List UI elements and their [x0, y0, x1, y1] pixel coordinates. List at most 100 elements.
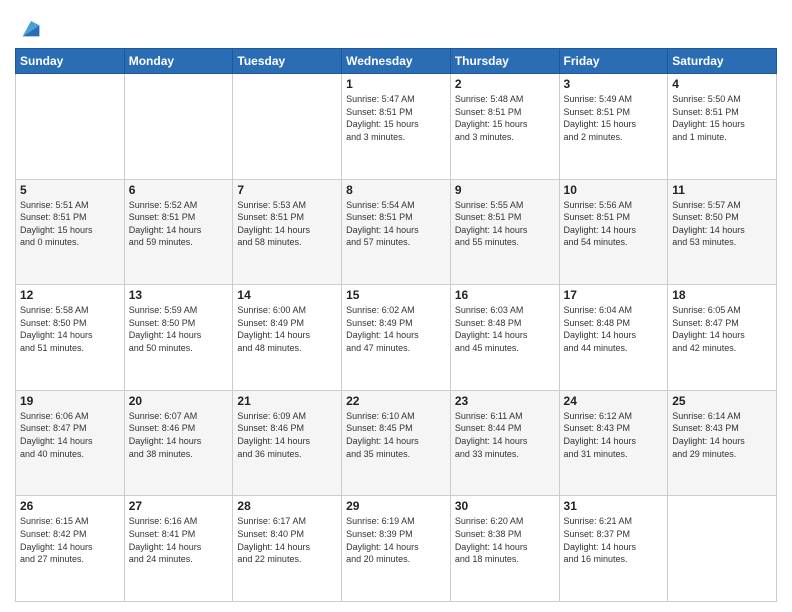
day-number: 12 — [20, 288, 120, 302]
day-number: 14 — [237, 288, 337, 302]
calendar-cell: 31 Sunrise: 6:21 AM Sunset: 8:37 PM Dayli… — [559, 496, 668, 602]
day-info: Sunrise: 5:56 AM Sunset: 8:51 PM Dayligh… — [564, 199, 664, 249]
calendar-cell: 15 Sunrise: 6:02 AM Sunset: 8:49 PM Dayli… — [342, 285, 451, 391]
day-info: Sunrise: 6:14 AM Sunset: 8:43 PM Dayligh… — [672, 410, 772, 460]
calendar-cell: 6Sunrise: 5:52 AM Sunset: 8:51 PM Daylig… — [124, 179, 233, 285]
calendar-cell: 13 Sunrise: 5:59 AM Sunset: 8:50 PM Dayli… — [124, 285, 233, 391]
calendar-cell: 9Sunrise: 5:55 AM Sunset: 8:51 PM Daylig… — [450, 179, 559, 285]
day-number: 30 — [455, 499, 555, 513]
day-info: Sunrise: 6:20 AM Sunset: 8:38 PM Dayligh… — [455, 515, 555, 565]
day-number: 8 — [346, 183, 446, 197]
day-info: Sunrise: 6:05 AM Sunset: 8:47 PM Dayligh… — [672, 304, 772, 354]
weekday-header-sunday: Sunday — [16, 49, 125, 74]
day-info: Sunrise: 5:51 AM Sunset: 8:51 PM Dayligh… — [20, 199, 120, 249]
calendar-cell: 2 Sunrise: 5:48 AM Sunset: 8:51 PM Daylig… — [450, 74, 559, 180]
day-number: 4 — [672, 77, 772, 91]
day-number: 26 — [20, 499, 120, 513]
calendar-cell: 8 Sunrise: 5:54 AM Sunset: 8:51 PM Daylig… — [342, 179, 451, 285]
calendar-cell: 22Sunrise: 6:10 AM Sunset: 8:45 PM Dayli… — [342, 390, 451, 496]
day-number: 5 — [20, 183, 120, 197]
day-info: Sunrise: 6:00 AM Sunset: 8:49 PM Dayligh… — [237, 304, 337, 354]
calendar-cell: 23 Sunrise: 6:11 AM Sunset: 8:44 PM Dayli… — [450, 390, 559, 496]
calendar-cell — [16, 74, 125, 180]
calendar-cell: 19 Sunrise: 6:06 AM Sunset: 8:47 PM Dayli… — [16, 390, 125, 496]
day-info: Sunrise: 6:16 AM Sunset: 8:41 PM Dayligh… — [129, 515, 229, 565]
day-info: Sunrise: 5:47 AM Sunset: 8:51 PM Dayligh… — [346, 93, 446, 143]
day-info: Sunrise: 5:48 AM Sunset: 8:51 PM Dayligh… — [455, 93, 555, 143]
day-info: Sunrise: 6:11 AM Sunset: 8:44 PM Dayligh… — [455, 410, 555, 460]
day-number: 21 — [237, 394, 337, 408]
calendar-cell: 21 Sunrise: 6:09 AM Sunset: 8:46 PM Dayli… — [233, 390, 342, 496]
header — [15, 10, 777, 42]
calendar-cell: 7 Sunrise: 5:53 AM Sunset: 8:51 PM Daylig… — [233, 179, 342, 285]
calendar-cell — [668, 496, 777, 602]
day-info: Sunrise: 5:53 AM Sunset: 8:51 PM Dayligh… — [237, 199, 337, 249]
day-info: Sunrise: 5:54 AM Sunset: 8:51 PM Dayligh… — [346, 199, 446, 249]
day-number: 10 — [564, 183, 664, 197]
day-number: 31 — [564, 499, 664, 513]
calendar-cell: 10 Sunrise: 5:56 AM Sunset: 8:51 PM Dayli… — [559, 179, 668, 285]
day-info: Sunrise: 5:59 AM Sunset: 8:50 PM Dayligh… — [129, 304, 229, 354]
day-info: Sunrise: 6:06 AM Sunset: 8:47 PM Dayligh… — [20, 410, 120, 460]
day-info: Sunrise: 5:57 AM Sunset: 8:50 PM Dayligh… — [672, 199, 772, 249]
day-info: Sunrise: 6:17 AM Sunset: 8:40 PM Dayligh… — [237, 515, 337, 565]
calendar-cell: 1 Sunrise: 5:47 AM Sunset: 8:51 PM Daylig… — [342, 74, 451, 180]
day-info: Sunrise: 6:03 AM Sunset: 8:48 PM Dayligh… — [455, 304, 555, 354]
day-info: Sunrise: 5:58 AM Sunset: 8:50 PM Dayligh… — [20, 304, 120, 354]
day-number: 6 — [129, 183, 229, 197]
weekday-header-wednesday: Wednesday — [342, 49, 451, 74]
day-number: 19 — [20, 394, 120, 408]
day-number: 2 — [455, 77, 555, 91]
weekday-header-friday: Friday — [559, 49, 668, 74]
day-number: 23 — [455, 394, 555, 408]
calendar-cell: 26 Sunrise: 6:15 AM Sunset: 8:42 PM Dayli… — [16, 496, 125, 602]
calendar-cell: 27 Sunrise: 6:16 AM Sunset: 8:41 PM Dayli… — [124, 496, 233, 602]
day-number: 3 — [564, 77, 664, 91]
calendar-cell: 16 Sunrise: 6:03 AM Sunset: 8:48 PM Dayli… — [450, 285, 559, 391]
day-info: Sunrise: 6:04 AM Sunset: 8:48 PM Dayligh… — [564, 304, 664, 354]
weekday-header-row: SundayMondayTuesdayWednesdayThursdayFrid… — [16, 49, 777, 74]
calendar-cell: 12 Sunrise: 5:58 AM Sunset: 8:50 PM Dayli… — [16, 285, 125, 391]
day-number: 17 — [564, 288, 664, 302]
calendar-cell: 11Sunrise: 5:57 AM Sunset: 8:50 PM Dayli… — [668, 179, 777, 285]
day-number: 25 — [672, 394, 772, 408]
calendar-week-4: 19 Sunrise: 6:06 AM Sunset: 8:47 PM Dayli… — [16, 390, 777, 496]
calendar-cell: 30 Sunrise: 6:20 AM Sunset: 8:38 PM Dayli… — [450, 496, 559, 602]
calendar-cell: 25 Sunrise: 6:14 AM Sunset: 8:43 PM Dayli… — [668, 390, 777, 496]
day-info: Sunrise: 6:07 AM Sunset: 8:46 PM Dayligh… — [129, 410, 229, 460]
weekday-header-tuesday: Tuesday — [233, 49, 342, 74]
day-info: Sunrise: 6:02 AM Sunset: 8:49 PM Dayligh… — [346, 304, 446, 354]
day-number: 15 — [346, 288, 446, 302]
day-number: 16 — [455, 288, 555, 302]
calendar-cell: 24 Sunrise: 6:12 AM Sunset: 8:43 PM Dayli… — [559, 390, 668, 496]
day-info: Sunrise: 6:15 AM Sunset: 8:42 PM Dayligh… — [20, 515, 120, 565]
day-number: 7 — [237, 183, 337, 197]
calendar-cell: 17 Sunrise: 6:04 AM Sunset: 8:48 PM Dayli… — [559, 285, 668, 391]
day-number: 13 — [129, 288, 229, 302]
calendar-week-3: 12 Sunrise: 5:58 AM Sunset: 8:50 PM Dayli… — [16, 285, 777, 391]
calendar-cell: 4Sunrise: 5:50 AM Sunset: 8:51 PM Daylig… — [668, 74, 777, 180]
calendar-cell: 3 Sunrise: 5:49 AM Sunset: 8:51 PM Daylig… — [559, 74, 668, 180]
day-info: Sunrise: 6:21 AM Sunset: 8:37 PM Dayligh… — [564, 515, 664, 565]
day-info: Sunrise: 6:09 AM Sunset: 8:46 PM Dayligh… — [237, 410, 337, 460]
calendar-cell: 5 Sunrise: 5:51 AM Sunset: 8:51 PM Daylig… — [16, 179, 125, 285]
calendar-week-2: 5 Sunrise: 5:51 AM Sunset: 8:51 PM Daylig… — [16, 179, 777, 285]
calendar-week-5: 26 Sunrise: 6:15 AM Sunset: 8:42 PM Dayli… — [16, 496, 777, 602]
calendar-cell: 28Sunrise: 6:17 AM Sunset: 8:40 PM Dayli… — [233, 496, 342, 602]
page: SundayMondayTuesdayWednesdayThursdayFrid… — [0, 0, 792, 612]
day-number: 20 — [129, 394, 229, 408]
day-number: 29 — [346, 499, 446, 513]
calendar-cell: 29Sunrise: 6:19 AM Sunset: 8:39 PM Dayli… — [342, 496, 451, 602]
calendar-cell — [233, 74, 342, 180]
day-number: 27 — [129, 499, 229, 513]
calendar-table: SundayMondayTuesdayWednesdayThursdayFrid… — [15, 48, 777, 602]
day-number: 18 — [672, 288, 772, 302]
day-info: Sunrise: 5:49 AM Sunset: 8:51 PM Dayligh… — [564, 93, 664, 143]
calendar-cell: 20 Sunrise: 6:07 AM Sunset: 8:46 PM Dayli… — [124, 390, 233, 496]
day-number: 22 — [346, 394, 446, 408]
day-info: Sunrise: 6:12 AM Sunset: 8:43 PM Dayligh… — [564, 410, 664, 460]
day-number: 1 — [346, 77, 446, 91]
logo-icon — [17, 14, 45, 42]
calendar-cell — [124, 74, 233, 180]
day-number: 24 — [564, 394, 664, 408]
